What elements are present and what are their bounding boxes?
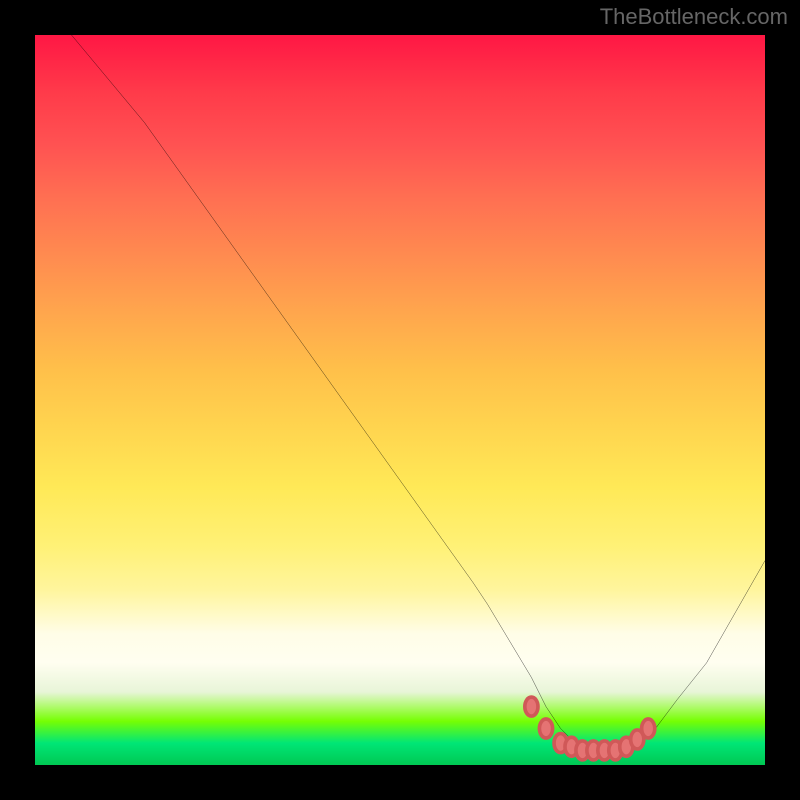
bottleneck-curve [72,35,766,750]
watermark-text: TheBottleneck.com [600,4,788,30]
optimal-zone-markers [525,697,655,760]
marker-point [539,719,552,738]
plot-area [35,35,765,765]
marker-point [525,697,538,716]
marker-point [642,719,655,738]
chart-svg [35,35,765,765]
